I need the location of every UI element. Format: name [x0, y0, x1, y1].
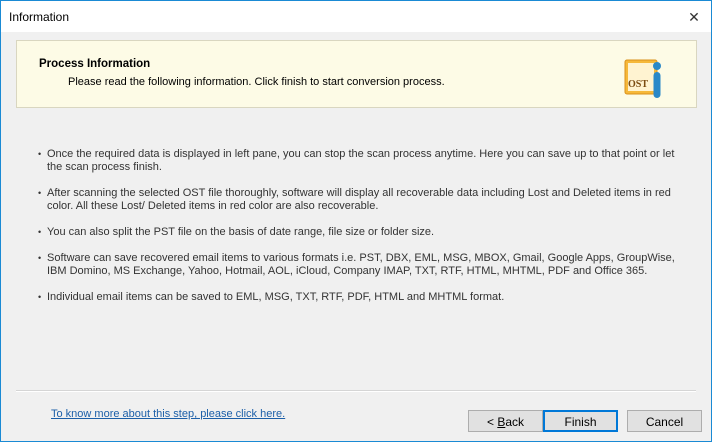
back-prefix: <	[486, 415, 498, 429]
information-dialog: Information ✕ Process Information Please…	[0, 0, 712, 442]
bullet-item: After scanning the selected OST file tho…	[37, 187, 677, 213]
back-button[interactable]: < Back	[468, 410, 543, 432]
close-icon[interactable]: ✕	[683, 6, 705, 28]
help-link[interactable]: To know more about this step, please cli…	[51, 408, 285, 420]
finish-button[interactable]: Finish	[543, 410, 618, 432]
process-info-banner: Process Information Please read the foll…	[16, 40, 697, 108]
logo-text: OST	[628, 79, 648, 90]
banner-subtitle: Please read the following information. C…	[68, 76, 445, 88]
banner-title: Process Information	[39, 58, 151, 70]
bullet-item: You can also split the PST file on the b…	[37, 226, 677, 239]
window-title: Information	[9, 10, 70, 24]
bullet-item: Individual email items can be saved to E…	[37, 291, 677, 304]
back-label-rest: ack	[505, 415, 525, 429]
title-bar: Information ✕	[1, 1, 711, 32]
bullet-item: Software can save recovered email items …	[37, 252, 677, 278]
ost-info-icon: OST	[624, 59, 661, 98]
cancel-button[interactable]: Cancel	[627, 410, 702, 432]
bullet-item: Once the required data is displayed in l…	[37, 148, 677, 174]
info-bullet-list: Once the required data is displayed in l…	[37, 148, 677, 317]
footer-divider	[16, 390, 696, 392]
